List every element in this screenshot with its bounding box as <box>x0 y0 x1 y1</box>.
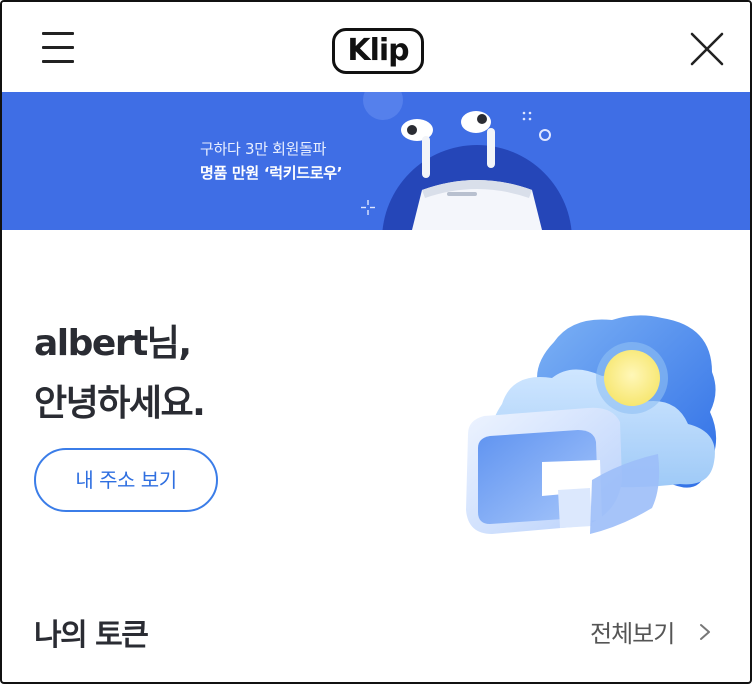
my-tokens-title: 나의 토큰 <box>34 618 149 653</box>
banner-headline: 구하다 3만 회원돌파 <box>200 140 327 158</box>
app-frame: Klip 구하다 3만 회원돌파 명품 만원 ‘럭키드로우’ albert님, … <box>0 0 752 684</box>
greeting-name: albert님, <box>34 323 192 364</box>
hamburger-icon-bar-top <box>42 32 74 35</box>
hamburger-icon-bar-bottom <box>42 60 74 63</box>
top-bar: Klip <box>2 2 750 92</box>
greeting-hello: 안녕하세요. <box>34 383 206 424</box>
banner-subheadline: 명품 만원 ‘럭키드로우’ <box>200 164 343 182</box>
banner-art <box>361 92 572 230</box>
view-my-address-button[interactable]: 내 주소 보기 <box>34 448 218 512</box>
close-icon <box>690 32 724 66</box>
klip-logo: Klip <box>332 28 424 74</box>
logo-text: Klip <box>347 33 409 68</box>
hamburger-icon-bar-middle <box>42 46 74 49</box>
wallet-illustration <box>466 315 717 534</box>
hamburger-menu-button[interactable] <box>38 30 78 66</box>
chevron-right-icon[interactable] <box>698 623 712 641</box>
greeting: albert님, 안녕하세요. <box>34 314 206 434</box>
promo-banner[interactable]: 구하다 3만 회원돌파 명품 만원 ‘럭키드로우’ <box>2 92 750 230</box>
close-button[interactable] <box>688 30 726 68</box>
view-all-link[interactable]: 전체보기 <box>590 614 675 649</box>
